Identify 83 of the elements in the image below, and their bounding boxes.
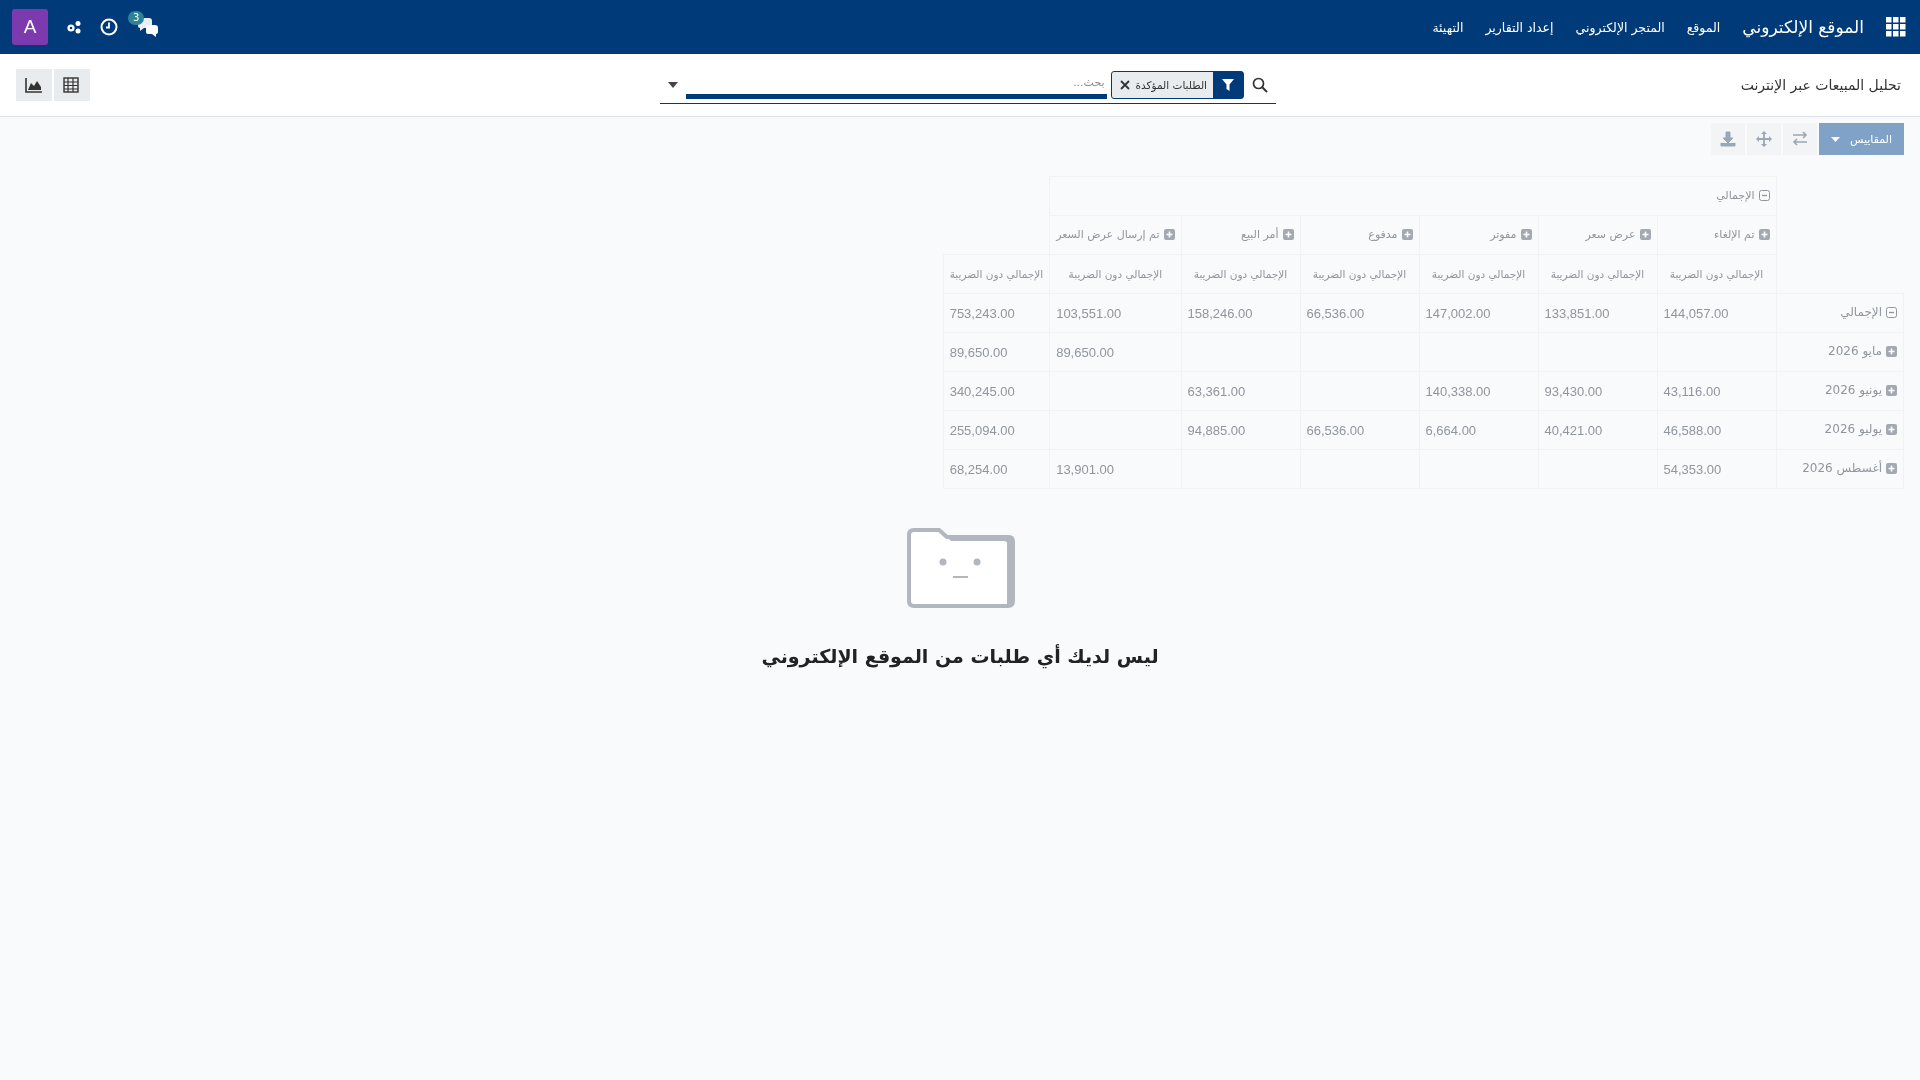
table-cell: 66,536.00 — [1306, 305, 1365, 321]
remove-icon[interactable] — [1119, 79, 1130, 90]
table-cell: 66,536.00 — [1306, 422, 1365, 438]
clock-icon[interactable] — [100, 18, 118, 36]
measure-header: الإجمالي دون الضريبة — [1431, 268, 1526, 280]
table-icon — [63, 77, 81, 93]
expand-icon[interactable] — [1401, 228, 1413, 240]
download-icon — [1719, 131, 1736, 147]
caret-icon[interactable] — [668, 81, 678, 88]
expand-all-button[interactable] — [1746, 123, 1781, 155]
facet-label: الطلبات المؤكدة — [1135, 78, 1207, 91]
expand-icon[interactable] — [1886, 384, 1897, 396]
table-cell: 753,243.00 — [949, 305, 1015, 321]
table-cell: 340,245.00 — [949, 383, 1015, 399]
measure-header: الإجمالي دون الضريبة — [1550, 268, 1645, 280]
page-title: تحليل المبيعات عبر الإنترنت — [1739, 77, 1901, 93]
measures-button[interactable]: المقاييس — [1818, 123, 1904, 155]
caret-icon — [1830, 136, 1840, 142]
expand-icon[interactable] — [1886, 462, 1897, 474]
table-cell: 103,551.00 — [1056, 305, 1122, 321]
table-cell: 54,353.00 — [1663, 461, 1722, 477]
menu-item[interactable]: الموقع — [1686, 19, 1721, 35]
row-header[interactable]: يونيو 2026 — [1824, 383, 1882, 398]
expand-icon[interactable] — [1886, 345, 1897, 357]
empty-state-message: ليس لديك أي طلبات من الموقع الإلكتروني — [761, 645, 1159, 667]
menu-item[interactable]: المتجر الإلكتروني — [1575, 19, 1665, 35]
measure-header: الإجمالي دون الضريبة — [1312, 268, 1407, 280]
column-header[interactable]: تم الإلغاء — [1714, 227, 1755, 241]
table-cell: 158,246.00 — [1187, 305, 1253, 321]
apps-menu-icon[interactable] — [1886, 17, 1906, 37]
row-header[interactable]: يوليو 2026 — [1824, 422, 1882, 437]
measure-header: الإجمالي دون الضريبة — [1669, 268, 1764, 280]
table-cell: 147,002.00 — [1425, 305, 1491, 321]
table-cell: 89,650.00 — [949, 344, 1008, 360]
row-header[interactable]: الإجمالي — [1840, 305, 1882, 320]
column-header[interactable]: الإجمالي — [1716, 188, 1755, 202]
search-field[interactable]: الطلبات المؤكدة بحث... — [686, 70, 1244, 99]
measure-header: الإجمالي دون الضريبة — [1193, 268, 1288, 280]
pivot-view-button[interactable] — [54, 69, 90, 101]
table-cell: 46,588.00 — [1663, 422, 1722, 438]
move-arrows-icon — [1755, 131, 1772, 147]
search-icon[interactable] — [1252, 76, 1268, 93]
row-header[interactable]: مايو 2026 — [1828, 344, 1882, 359]
table-cell: 133,851.00 — [1544, 305, 1610, 321]
table-cell: 255,094.00 — [949, 422, 1015, 438]
table-cell: 89,650.00 — [1056, 344, 1114, 360]
filter-icon — [1222, 78, 1234, 91]
expand-icon[interactable] — [1282, 228, 1294, 240]
column-header[interactable]: مفوتر — [1490, 227, 1517, 241]
table-cell: 144,057.00 — [1663, 305, 1729, 321]
column-header[interactable]: عرض سعر — [1585, 227, 1636, 241]
download-button[interactable] — [1710, 123, 1745, 155]
measure-header: الإجمالي دون الضريبة — [1068, 268, 1163, 280]
expand-icon[interactable] — [1520, 228, 1532, 240]
column-header[interactable]: مدفوع — [1368, 227, 1398, 241]
menu-item[interactable]: التهيئة — [1432, 19, 1464, 35]
gears-icon[interactable] — [66, 20, 82, 34]
notification-badge: 3 — [128, 11, 145, 25]
expand-icon[interactable] — [1163, 228, 1175, 240]
expand-icon[interactable] — [1639, 228, 1651, 240]
expand-icon[interactable] — [1886, 423, 1897, 435]
collapse-icon[interactable] — [1758, 189, 1770, 201]
table-cell: 43,116.00 — [1663, 383, 1721, 399]
user-avatar[interactable]: A — [12, 9, 48, 45]
table-cell: 94,885.00 — [1187, 422, 1246, 438]
menu-item[interactable]: إعداد التقارير — [1485, 19, 1554, 35]
measure-header: الإجمالي دون الضريبة — [949, 268, 1044, 280]
flip-axis-button[interactable] — [1782, 123, 1817, 155]
app-title[interactable]: الموقع الإلكتروني — [1742, 17, 1864, 37]
graph-view-button[interactable] — [16, 69, 52, 101]
table-cell: 13,901.00 — [1056, 461, 1114, 477]
column-header[interactable]: أمر البيع — [1241, 227, 1279, 241]
table-cell: 63,361.00 — [1187, 383, 1246, 399]
collapse-icon[interactable] — [1886, 306, 1897, 318]
table-cell: 40,421.00 — [1544, 422, 1603, 438]
swap-arrows-icon — [1791, 131, 1808, 147]
filter-facet[interactable]: الطلبات المؤكدة — [1110, 70, 1244, 99]
area-chart-icon — [25, 77, 43, 93]
table-cell: 140,338.00 — [1425, 383, 1491, 399]
table-cell: 68,254.00 — [949, 461, 1008, 477]
table-cell: 93,430.00 — [1544, 383, 1603, 399]
table-cell: 6,664.00 — [1425, 422, 1477, 438]
expand-icon[interactable] — [1758, 228, 1770, 240]
